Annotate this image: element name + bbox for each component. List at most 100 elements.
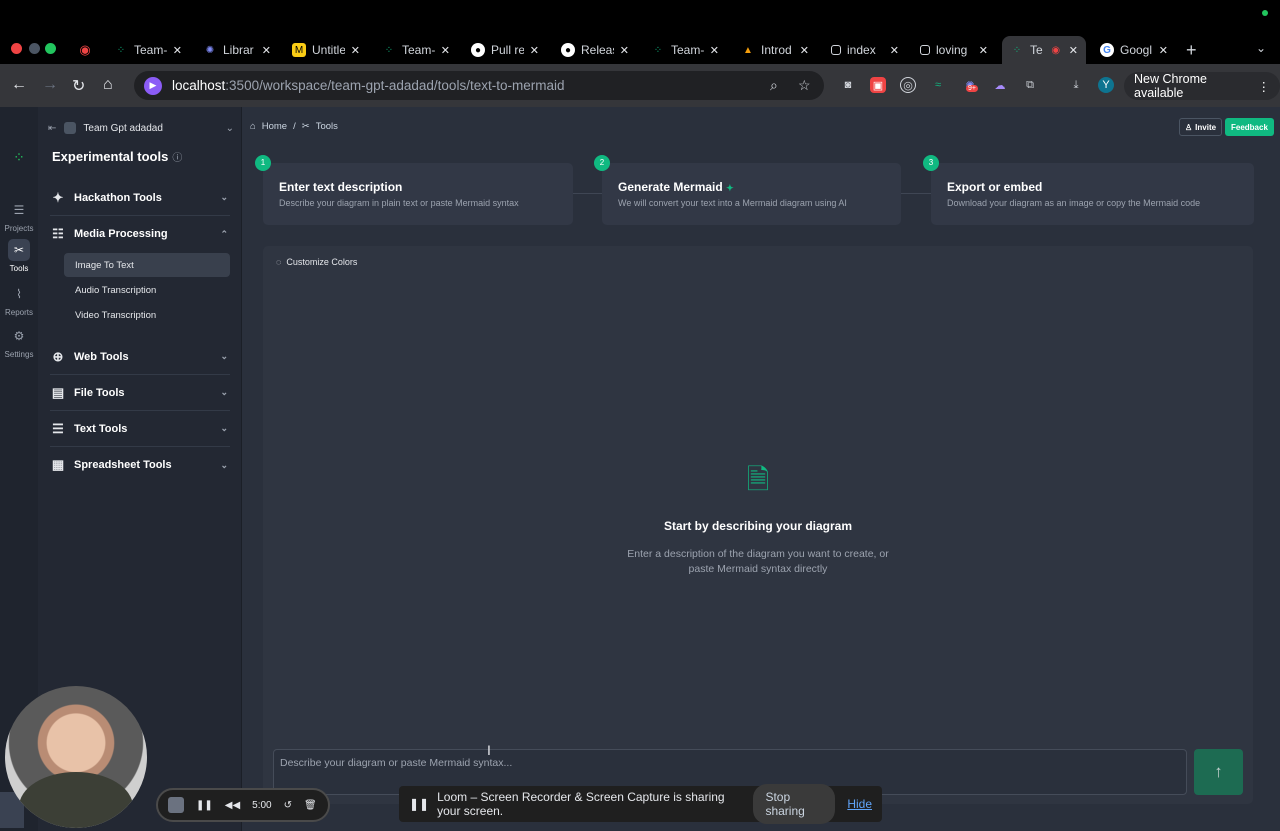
step-connector xyxy=(573,193,603,194)
browser-tab[interactable]: ▲ Introd ✕ xyxy=(733,36,817,64)
step-number: 1 xyxy=(255,155,271,171)
puzzle-extensions-icon[interactable]: ⧉ xyxy=(1022,77,1038,93)
browser-tab[interactable]: ✺ Librar ✕ xyxy=(195,36,279,64)
close-tab-icon[interactable]: ✕ xyxy=(441,44,450,57)
os-top-bar xyxy=(0,0,1280,34)
chevron-down-icon[interactable]: ⌄ xyxy=(1256,41,1266,55)
extension-badge-icon[interactable]: ✺9+ xyxy=(962,77,978,93)
close-tab-icon[interactable]: ✕ xyxy=(173,44,182,57)
browser-tab[interactable]: ⁘ Team- ✕ xyxy=(643,36,727,64)
stop-sharing-button[interactable]: Stop sharing xyxy=(753,784,836,824)
browser-tab[interactable]: M Untitle ✕ xyxy=(284,36,368,64)
cloud-extension-icon[interactable]: ☁ xyxy=(992,77,1008,93)
chevron-down-icon: ⌄ xyxy=(220,423,228,433)
intro-icon: ▲ xyxy=(743,44,753,56)
extension-icon[interactable]: ▣ xyxy=(870,77,886,93)
group-file-tools[interactable]: ▤ File Tools ⌄ xyxy=(50,375,230,411)
sidebar-item-image-to-text[interactable]: Image To Text xyxy=(64,253,230,277)
text-cursor-icon: Ι xyxy=(487,742,491,758)
pause-icon[interactable]: ❚❚ xyxy=(196,800,213,811)
screen-share-bar: ❚❚ Loom – Screen Recorder & Screen Captu… xyxy=(399,784,882,824)
rewind-icon[interactable]: ◀◀ xyxy=(225,800,240,811)
info-icon[interactable]: ⓘ xyxy=(172,153,182,164)
teamgpt-logo-icon[interactable]: ⁘ xyxy=(10,149,28,167)
close-tab-icon[interactable]: ✕ xyxy=(979,44,988,57)
customize-colors-button[interactable]: ◌ Customize Colors xyxy=(276,257,357,267)
forward-icon[interactable]: → xyxy=(42,76,58,94)
browser-tab[interactable]: ● Pull re ✕ xyxy=(463,36,547,64)
close-tab-icon[interactable]: ✕ xyxy=(800,44,809,57)
globe-icon: ⊕ xyxy=(52,348,64,364)
close-window-icon[interactable] xyxy=(11,43,22,54)
close-tab-icon[interactable]: ✕ xyxy=(890,44,899,57)
browser-tab[interactable]: index ✕ xyxy=(823,36,907,64)
group-text-tools[interactable]: ☰ Text Tools ⌄ xyxy=(50,411,230,447)
stop-recording-button[interactable] xyxy=(168,797,184,813)
webcam-bubble[interactable] xyxy=(5,686,147,828)
trash-icon[interactable]: 🗑 xyxy=(304,800,317,811)
breadcrumb-tools-link[interactable]: Tools xyxy=(316,121,338,132)
hide-share-bar-link[interactable]: Hide xyxy=(847,797,872,811)
more-menu-icon[interactable]: ⋮ xyxy=(1258,79,1271,94)
new-chrome-available-button[interactable]: New Chrome available ⋮ xyxy=(1124,72,1280,100)
chart-icon: ⌇ xyxy=(16,287,22,301)
restart-icon[interactable]: ↺ xyxy=(284,800,292,811)
collapse-sidebar-icon[interactable]: ⇤ xyxy=(48,123,56,134)
close-tab-icon[interactable]: ✕ xyxy=(1069,44,1078,57)
rail-item-projects[interactable]: ☰ Projects xyxy=(0,199,38,233)
close-tab-icon[interactable]: ✕ xyxy=(530,44,539,57)
maximize-window-icon[interactable] xyxy=(45,43,56,54)
step-number: 3 xyxy=(923,155,939,171)
close-tab-icon[interactable]: ✕ xyxy=(262,44,271,57)
back-icon[interactable]: ← xyxy=(11,76,27,94)
group-spreadsheet-tools[interactable]: ▦ Spreadsheet Tools ⌄ xyxy=(50,447,230,483)
loom-controls: ❚❚ ◀◀ 5:00 ↺ 🗑 xyxy=(156,788,330,822)
reload-icon[interactable]: ↻ xyxy=(72,76,85,96)
close-tab-icon[interactable]: ✕ xyxy=(1159,44,1168,57)
breadcrumb-home-link[interactable]: Home xyxy=(262,121,287,132)
page-title: Experimental tools ⓘ xyxy=(52,149,183,164)
minimize-window-icon[interactable] xyxy=(29,43,40,54)
invite-button[interactable]: ♙ Invite xyxy=(1179,118,1223,136)
profile-avatar[interactable]: Y xyxy=(1098,77,1114,93)
workspace-switcher[interactable]: ⇤ Team Gpt adadad ⌄ xyxy=(48,119,234,137)
download-icon[interactable]: ⤓ xyxy=(1068,77,1084,93)
new-tab-icon[interactable]: + xyxy=(1186,40,1197,61)
zoom-icon[interactable]: ⌕ xyxy=(770,77,778,94)
group-media-processing[interactable]: ☷ Media Processing ⌃ xyxy=(50,216,230,252)
close-tab-icon[interactable]: ✕ xyxy=(620,44,629,57)
browser-tab[interactable]: ●Releas✕ xyxy=(553,36,637,64)
group-web-tools[interactable]: ⊕ Web Tools ⌄ xyxy=(50,339,230,375)
sidebar-item-audio-transcription[interactable]: Audio Transcription xyxy=(64,278,230,302)
feedback-button[interactable]: Feedback xyxy=(1225,118,1274,136)
sidebar-item-video-transcription[interactable]: Video Transcription xyxy=(64,303,230,327)
browser-tab[interactable]: ⁘ Team- ✕ xyxy=(374,36,458,64)
browser-tab[interactable]: loving ✕ xyxy=(912,36,996,64)
group-hackathon-tools[interactable]: ✦ Hackathon Tools ⌄ xyxy=(50,180,230,216)
address-bar[interactable]: ▶ localhost:3500/workspace/team-gpt-adad… xyxy=(134,71,824,100)
chevron-down-icon: ⌄ xyxy=(220,192,228,202)
browser-tab[interactable]: ⁘ Team- ✕ xyxy=(106,36,190,64)
extension-icon[interactable]: ≈ xyxy=(930,77,946,93)
rail-item-reports[interactable]: ⌇ Reports xyxy=(0,283,38,317)
loom-tab[interactable]: ◉ xyxy=(70,36,102,64)
teamgpt-icon: ⁘ xyxy=(116,44,126,56)
table-icon: ▦ xyxy=(51,457,65,472)
bookmark-star-icon[interactable]: ☆ xyxy=(798,77,811,94)
camera-extension-icon[interactable]: ◙ xyxy=(840,77,856,93)
record-icon: ◉ xyxy=(79,42,91,57)
rail-item-tools[interactable]: ✂ Tools xyxy=(0,239,38,273)
close-tab-icon[interactable]: ✕ xyxy=(710,44,719,57)
home-icon[interactable]: ⌂ xyxy=(103,76,113,94)
teamgpt-icon: ⁘ xyxy=(384,44,394,56)
browser-tab[interactable]: G Googl ✕ xyxy=(1092,36,1176,64)
close-tab-icon[interactable]: ✕ xyxy=(351,44,360,57)
target-extension-icon[interactable]: ◎ xyxy=(900,77,916,93)
recording-indicator-icon xyxy=(1262,10,1268,16)
browser-tab-active[interactable]: ⁘ Te ◉ ✕ xyxy=(1002,36,1086,64)
rail-item-settings[interactable]: ⚙ Settings xyxy=(0,325,38,359)
chevron-down-icon: ⌄ xyxy=(225,122,234,134)
send-button[interactable]: ↑ xyxy=(1194,749,1243,795)
site-info-icon[interactable]: ▶ xyxy=(144,76,162,95)
pause-share-icon[interactable]: ❚❚ xyxy=(409,797,429,811)
